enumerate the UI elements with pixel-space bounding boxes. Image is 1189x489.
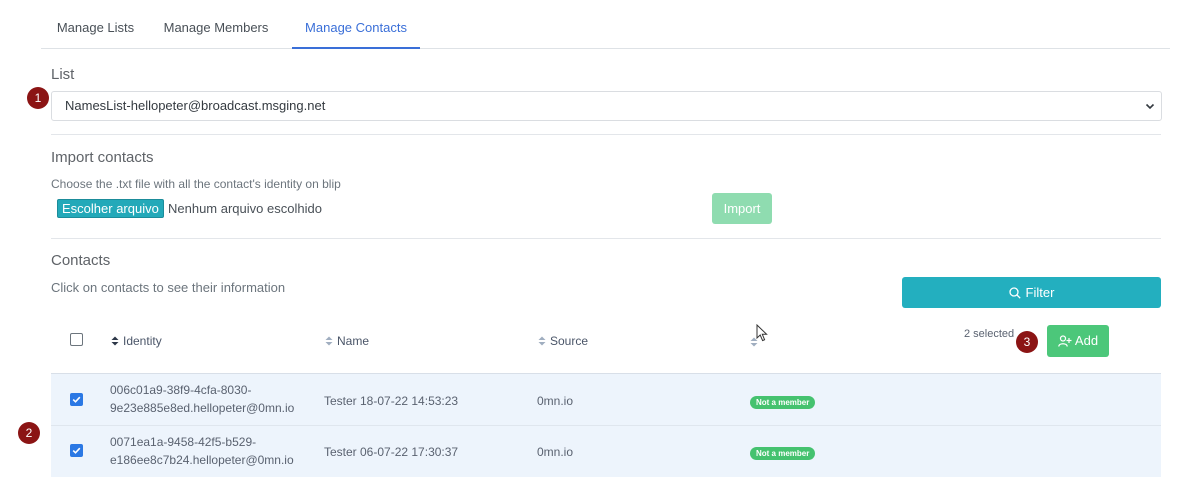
name-cell: Tester 18-07-22 14:53:23 bbox=[324, 394, 459, 408]
selected-count: 2 selected bbox=[964, 328, 1015, 340]
tab-manage-lists[interactable]: Manage Lists bbox=[48, 0, 143, 48]
source-cell: 0mn.io bbox=[537, 394, 574, 408]
row-checkbox[interactable] bbox=[70, 444, 83, 457]
contacts-description: Click on contacts to see their informati… bbox=[51, 280, 286, 295]
list-select[interactable]: NamesList-hellopeter@broadcast.msging.ne… bbox=[51, 91, 1162, 121]
table-row[interactable]: 0071ea1a-9458-42f5-b529- e186ee8c7b24.he… bbox=[51, 426, 1161, 477]
select-all-checkbox[interactable] bbox=[70, 333, 83, 346]
step-marker-1: 1 bbox=[27, 87, 49, 109]
name-header-label: Name bbox=[337, 334, 370, 348]
tab-manage-contacts[interactable]: Manage Contacts bbox=[292, 0, 420, 49]
list-section-title: List bbox=[51, 66, 75, 83]
add-button[interactable]: Add bbox=[1047, 325, 1109, 357]
choose-file-button[interactable]: Escolher arquivo bbox=[57, 199, 164, 218]
no-file-text: Nenhum arquivo escolhido bbox=[168, 201, 322, 216]
add-user-icon bbox=[1058, 335, 1072, 347]
identity-column-header[interactable]: Identity bbox=[111, 334, 162, 348]
step-marker-2: 2 bbox=[18, 422, 40, 444]
identity-line-2: 9e23e885e8ed.hellopeter@0mn.io bbox=[110, 401, 295, 415]
mouse-pointer-icon bbox=[756, 323, 768, 347]
search-icon bbox=[1008, 287, 1021, 299]
sort-icon bbox=[325, 336, 333, 346]
section-divider bbox=[51, 238, 1161, 239]
identity-header-label: Identity bbox=[123, 334, 162, 348]
table-row[interactable]: 006c01a9-38f9-4cfa-8030- 9e23e885e8ed.he… bbox=[51, 374, 1161, 425]
source-cell: 0mn.io bbox=[537, 445, 574, 459]
tab-bar: Manage Lists Manage Members Manage Conta… bbox=[41, 0, 1170, 49]
chevron-down-icon bbox=[1142, 92, 1158, 120]
filter-button[interactable]: Filter bbox=[902, 277, 1161, 308]
source-column-header[interactable]: Source bbox=[538, 334, 588, 348]
identity-line-2: e186ee8c7b24.hellopeter@0mn.io bbox=[110, 453, 294, 467]
import-description: Choose the .txt file with all the contac… bbox=[51, 177, 341, 191]
identity-line-1: 006c01a9-38f9-4cfa-8030- bbox=[110, 383, 252, 397]
status-badge: Not a member bbox=[750, 447, 816, 460]
contacts-section-title: Contacts bbox=[51, 252, 111, 269]
identity-cell: 0071ea1a-9458-42f5-b529- e186ee8c7b24.he… bbox=[110, 433, 294, 469]
list-select-value: NamesList-hellopeter@broadcast.msging.ne… bbox=[65, 98, 326, 113]
name-cell: Tester 06-07-22 17:30:37 bbox=[324, 445, 459, 459]
step-marker-3: 3 bbox=[1016, 331, 1038, 353]
import-section-title: Import contacts bbox=[51, 149, 154, 166]
import-button[interactable]: Import bbox=[712, 193, 772, 224]
add-label: Add bbox=[1074, 333, 1099, 348]
identity-line-1: 0071ea1a-9458-42f5-b529- bbox=[110, 435, 257, 449]
section-divider bbox=[51, 134, 1161, 135]
row-checkbox[interactable] bbox=[70, 393, 83, 406]
sort-icon bbox=[538, 336, 546, 346]
source-header-label: Source bbox=[550, 334, 589, 348]
tab-manage-members[interactable]: Manage Members bbox=[161, 0, 271, 48]
name-column-header[interactable]: Name bbox=[325, 334, 369, 348]
identity-cell: 006c01a9-38f9-4cfa-8030- 9e23e885e8ed.he… bbox=[110, 381, 294, 417]
filter-label: Filter bbox=[1025, 285, 1055, 300]
sort-icon bbox=[111, 336, 119, 346]
status-badge: Not a member bbox=[750, 396, 816, 409]
